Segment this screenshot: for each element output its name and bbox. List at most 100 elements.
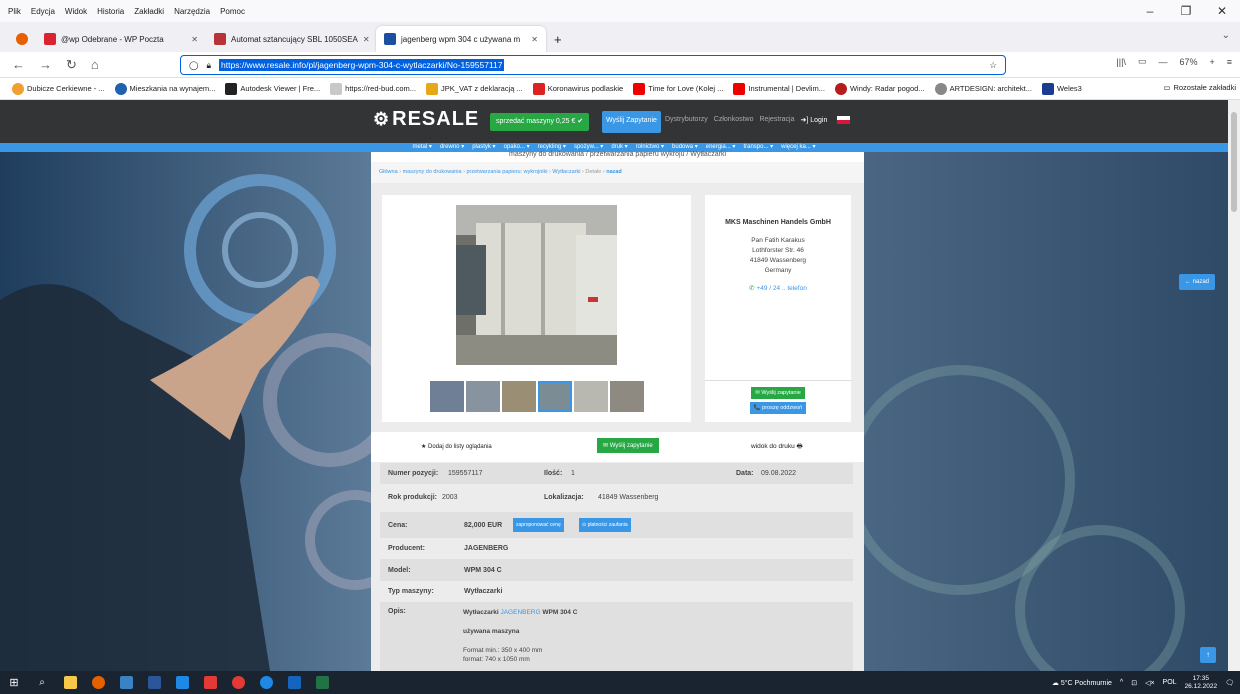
taskbar-app[interactable]: [168, 671, 196, 694]
scrollbar-thumb[interactable]: [1231, 112, 1237, 212]
reload-icon[interactable]: ↻: [66, 57, 77, 73]
breadcrumb-back-link[interactable]: nazad: [606, 169, 622, 175]
menu-plik[interactable]: Plik: [8, 7, 21, 16]
other-bookmarks[interactable]: ▭ Rozostałe zakładki: [1163, 83, 1236, 92]
bookmark-item[interactable]: Time for Love (Kolej ...: [633, 82, 723, 95]
dealer-inquiry-button[interactable]: ✉ Wyślij zapytanie: [751, 387, 805, 399]
hamburger-menu-icon[interactable]: ≡: [1227, 57, 1232, 67]
language-indicator[interactable]: POL: [1163, 679, 1177, 686]
menu-historia[interactable]: Historia: [97, 7, 124, 16]
distributors-link[interactable]: Dystrybutorzy: [665, 116, 708, 124]
category-item[interactable]: plastyk ▾: [472, 143, 495, 152]
category-item[interactable]: drewno ▾: [440, 143, 464, 152]
callback-button[interactable]: 📞 proszę oddzwoń: [749, 402, 807, 414]
bookmark-star-icon[interactable]: ☆: [989, 60, 997, 71]
description-maker-link[interactable]: JAGENBERG: [500, 609, 540, 616]
forward-icon[interactable]: →: [39, 57, 52, 72]
taskbar-app[interactable]: [140, 671, 168, 694]
scroll-top-button[interactable]: ↑: [1200, 647, 1216, 663]
library-icon[interactable]: |||\: [1116, 57, 1126, 67]
lock-icon[interactable]: 🔒︎: [207, 60, 212, 71]
maximize-icon[interactable]: ❐: [1168, 0, 1204, 22]
firefox-view-tab[interactable]: [8, 26, 36, 52]
menu-pomoc[interactable]: Pomoc: [220, 7, 245, 16]
taskbar-app[interactable]: [56, 671, 84, 694]
shield-icon[interactable]: ◯: [189, 60, 199, 71]
clock[interactable]: 17:35 26.12.2022: [1185, 675, 1218, 691]
send-inquiry-button[interactable]: ✉ Wyślij zapytanie: [597, 438, 659, 453]
list-tabs-icon[interactable]: ⌄: [1222, 30, 1230, 41]
bookmark-item[interactable]: Koronawirus podlaskie: [532, 82, 623, 95]
resale-logo[interactable]: ⚙ RESALE: [373, 108, 479, 131]
breadcrumb-link[interactable]: przetwarzania papieru: wykrojniki: [466, 169, 547, 175]
registration-link[interactable]: Rejestracja: [759, 116, 794, 124]
sell-machines-button[interactable]: sprzedać maszyny 0,25 € ✔: [490, 113, 590, 131]
login-link[interactable]: ➜] Login: [801, 116, 828, 124]
back-button[interactable]: ← nazad: [1179, 274, 1216, 290]
main-machine-photo[interactable]: [456, 205, 617, 365]
thumbnail[interactable]: [430, 381, 464, 412]
polish-flag-icon[interactable]: [837, 116, 851, 124]
notifications-icon[interactable]: 🗨: [1225, 679, 1234, 687]
sidebar-icon[interactable]: ▭: [1138, 56, 1147, 67]
category-item[interactable]: metal ▾: [412, 143, 431, 152]
bookmark-item[interactable]: Mieszkania na wynajem...: [114, 82, 215, 95]
network-icon[interactable]: ⊡: [1131, 679, 1137, 687]
breadcrumb-link[interactable]: maszyny do drukowania: [403, 169, 462, 175]
zoom-in-button[interactable]: +: [1209, 57, 1214, 67]
thumbnail-selected[interactable]: [538, 381, 572, 412]
add-to-watchlist-button[interactable]: ★ Dodaj do listy oglądania: [421, 443, 492, 450]
tab-wp-poczta[interactable]: @wp Odebrane - WP Poczta ✕: [36, 26, 206, 52]
minimize-icon[interactable]: –: [1132, 0, 1168, 22]
category-item[interactable]: transpo... ▾: [743, 143, 773, 152]
thumbnail[interactable]: [502, 381, 536, 412]
bookmark-item[interactable]: https://red-bud.com...: [330, 82, 416, 95]
menu-zakladki[interactable]: Zakładki: [134, 7, 164, 16]
weather-widget[interactable]: ☁ 5°C Pochmurnie: [1052, 679, 1112, 687]
volume-icon[interactable]: ◁×: [1145, 679, 1154, 687]
zoom-level[interactable]: 67%: [1179, 57, 1197, 67]
taskbar-app[interactable]: [196, 671, 224, 694]
make-offer-button[interactable]: zaproponować cenę: [513, 518, 564, 532]
close-tab-icon[interactable]: ✕: [191, 35, 198, 44]
bookmark-item[interactable]: Instrumental | Devlim...: [733, 82, 825, 95]
membership-link[interactable]: Członkostwo: [714, 116, 754, 124]
dealer-phone-link[interactable]: ✆ +49 / 24 .. telefon: [705, 284, 851, 292]
breadcrumb-link[interactable]: Główna: [379, 169, 398, 175]
url-text[interactable]: https://www.resale.info/pl/jagenberg-wpm…: [219, 59, 505, 71]
trusted-payment-button[interactable]: ⊙ płatności zaufania: [579, 518, 631, 532]
thumbnail[interactable]: [574, 381, 608, 412]
taskbar-app[interactable]: [280, 671, 308, 694]
tab-automat[interactable]: Automat sztancujący SBL 1050SEA ✕: [206, 26, 376, 52]
page-scrollbar[interactable]: [1228, 100, 1240, 671]
menu-widok[interactable]: Widok: [65, 7, 87, 16]
tab-jagenberg[interactable]: jagenberg wpm 304 c używana m ✕: [376, 26, 546, 52]
bookmark-item[interactable]: Autodesk Viewer | Fre...: [225, 82, 320, 95]
back-icon[interactable]: ←: [12, 57, 25, 72]
start-button[interactable]: ⊞: [0, 671, 28, 694]
bookmark-item[interactable]: Windy: Radar pogod...: [834, 82, 925, 95]
bookmark-item[interactable]: ARTDESIGN: architekt...: [934, 82, 1032, 95]
taskbar-app[interactable]: [308, 671, 336, 694]
menu-narzedzia[interactable]: Narzędzia: [174, 7, 210, 16]
close-icon[interactable]: ✕: [1204, 0, 1240, 22]
print-view-button[interactable]: widok do druku 🖶: [751, 442, 803, 453]
zoom-out-button[interactable]: —: [1158, 57, 1167, 67]
taskbar-app[interactable]: [252, 671, 280, 694]
taskbar-app[interactable]: [84, 671, 112, 694]
breadcrumb-link[interactable]: Wytłaczarki: [552, 169, 580, 175]
taskbar-app[interactable]: [112, 671, 140, 694]
close-tab-icon[interactable]: ✕: [363, 35, 370, 44]
new-tab-button[interactable]: +: [546, 26, 576, 52]
bookmark-item[interactable]: Dubicze Cerkiewne - ...: [12, 82, 105, 95]
thumbnail[interactable]: [466, 381, 500, 412]
thumbnail[interactable]: [610, 381, 644, 412]
url-bar[interactable]: ◯ 🔒︎ https://www.resale.info/pl/jagenber…: [180, 55, 1006, 75]
send-inquiry-header-button[interactable]: Wyślij Zapytanie: [602, 111, 661, 133]
taskbar-app[interactable]: [224, 671, 252, 694]
tray-chevron-icon[interactable]: ^: [1120, 679, 1123, 686]
bookmark-item[interactable]: Weles3: [1041, 82, 1082, 95]
bookmark-item[interactable]: JPK_VAT z deklaracją ...: [426, 82, 523, 95]
category-item[interactable]: więcej ka... ▾: [781, 143, 815, 152]
search-button[interactable]: ⌕: [28, 671, 56, 694]
